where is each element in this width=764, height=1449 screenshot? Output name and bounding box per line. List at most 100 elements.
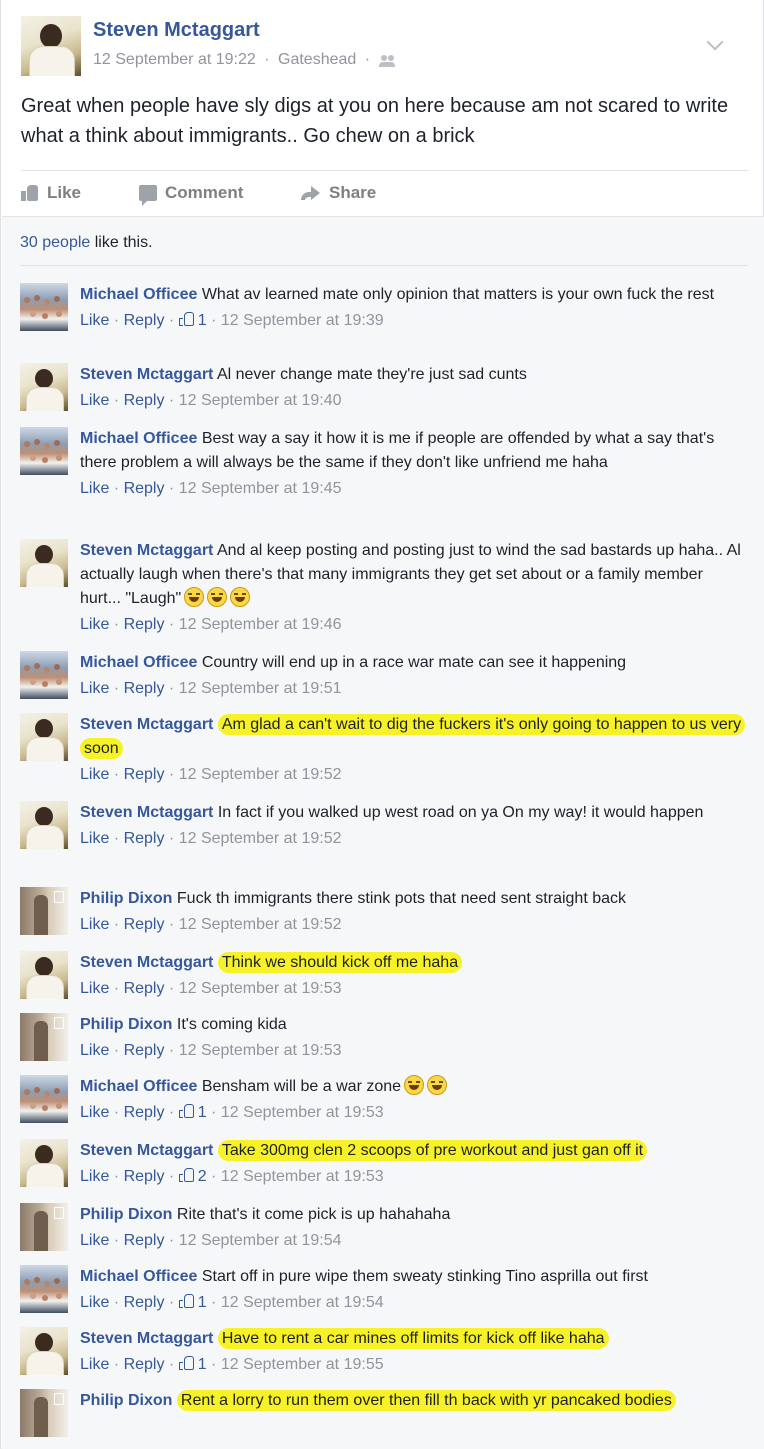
- comment-like-link[interactable]: Like: [80, 916, 109, 933]
- comment-like-count[interactable]: 2: [178, 1168, 207, 1185]
- comment-reply-link[interactable]: Reply: [124, 392, 165, 409]
- comment-reply-link[interactable]: Reply: [124, 1168, 165, 1185]
- comment-like-link[interactable]: Like: [80, 980, 109, 997]
- comment-like-count[interactable]: 1: [178, 1356, 207, 1373]
- comment-reply-link[interactable]: Reply: [124, 1104, 165, 1121]
- comment-timestamp[interactable]: 12 September at 19:53: [221, 1104, 384, 1121]
- avatar-head: [35, 957, 53, 976]
- comment-reply-link[interactable]: Reply: [124, 766, 165, 783]
- comment-reply-link[interactable]: Reply: [124, 1042, 165, 1059]
- comment-reply-link[interactable]: Reply: [124, 916, 165, 933]
- comment-meta: Like · Reply · 12 September at 19:40: [80, 392, 342, 409]
- comment-like-link[interactable]: Like: [80, 1042, 109, 1059]
- comment-timestamp[interactable]: 12 September at 19:53: [179, 1042, 342, 1059]
- comment-timestamp[interactable]: 12 September at 19:55: [221, 1356, 384, 1373]
- comment-like-count[interactable]: 1: [178, 1294, 207, 1311]
- post-date[interactable]: 12 September at 19:22: [93, 51, 256, 68]
- comment-like-link[interactable]: Like: [80, 680, 109, 697]
- comment-reply-link[interactable]: Reply: [124, 830, 165, 847]
- comment-timestamp[interactable]: 12 September at 19:54: [179, 1232, 342, 1249]
- comment-reply-link[interactable]: Reply: [124, 1356, 165, 1373]
- comment-body: Philip Dixon Fuck th immigrants there st…: [80, 887, 744, 936]
- comment-timestamp[interactable]: 12 September at 19:40: [179, 392, 342, 409]
- comment-like-count[interactable]: 1: [178, 1104, 207, 1121]
- commenter-name[interactable]: Steven Mctaggart: [80, 366, 213, 383]
- comment-like-link[interactable]: Like: [80, 312, 109, 329]
- friends-icon[interactable]: [378, 53, 397, 67]
- commenter-avatar[interactable]: [20, 283, 68, 331]
- comment-like-link[interactable]: Like: [80, 1356, 109, 1373]
- commenter-avatar[interactable]: [20, 801, 68, 849]
- commenter-name[interactable]: Philip Dixon: [80, 1016, 172, 1033]
- commenter-avatar[interactable]: [20, 1203, 68, 1251]
- comment-timestamp[interactable]: 12 September at 19:39: [221, 312, 384, 329]
- commenter-name[interactable]: Philip Dixon: [80, 1206, 172, 1223]
- commenter-avatar[interactable]: [20, 1139, 68, 1187]
- like-button[interactable]: Like: [21, 183, 81, 203]
- commenter-name[interactable]: Michael Officee: [80, 286, 197, 303]
- comment-reply-link[interactable]: Reply: [124, 1232, 165, 1249]
- comment-reply-link[interactable]: Reply: [124, 480, 165, 497]
- commenter-avatar[interactable]: [20, 427, 68, 475]
- comment-text: Have to rent a car mines off limits for …: [217, 1328, 609, 1349]
- commenter-name[interactable]: Michael Officee: [80, 654, 197, 671]
- commenter-name[interactable]: Philip Dixon: [80, 890, 172, 907]
- comment-timestamp[interactable]: 12 September at 19:53: [221, 1168, 384, 1185]
- post-author-name[interactable]: Steven Mctaggart: [93, 19, 260, 42]
- comment-like-count[interactable]: 1: [178, 312, 207, 329]
- author-avatar[interactable]: [21, 16, 81, 76]
- comment-like-link[interactable]: Like: [80, 480, 109, 497]
- comment-timestamp[interactable]: 12 September at 19:54: [221, 1294, 384, 1311]
- comment-reply-link[interactable]: Reply: [124, 680, 165, 697]
- chevron-down-icon[interactable]: [706, 33, 724, 51]
- commenter-name[interactable]: Steven Mctaggart: [80, 804, 213, 821]
- comment-like-link[interactable]: Like: [80, 830, 109, 847]
- comment-like-link[interactable]: Like: [80, 1232, 109, 1249]
- commenter-avatar[interactable]: [20, 539, 68, 587]
- comment-timestamp[interactable]: 12 September at 19:52: [179, 766, 342, 783]
- post-location[interactable]: Gateshead: [278, 51, 356, 68]
- commenter-name[interactable]: Steven Mctaggart: [80, 1142, 213, 1159]
- commenter-avatar[interactable]: [20, 1075, 68, 1123]
- comment-like-link[interactable]: Like: [80, 1294, 109, 1311]
- comment-reply-link[interactable]: Reply: [124, 980, 165, 997]
- comment-timestamp[interactable]: 12 September at 19:51: [179, 680, 342, 697]
- commenter-name[interactable]: Steven Mctaggart: [80, 1330, 213, 1347]
- comment-reply-link[interactable]: Reply: [124, 1294, 165, 1311]
- comment-body: Steven Mctaggart Think we should kick of…: [80, 951, 744, 1000]
- comment-like-link[interactable]: Like: [80, 1168, 109, 1185]
- comment-timestamp[interactable]: 12 September at 19:52: [179, 830, 342, 847]
- commenter-avatar[interactable]: [20, 1265, 68, 1313]
- commenter-avatar[interactable]: [20, 1389, 68, 1437]
- comment-like-link[interactable]: Like: [80, 766, 109, 783]
- commenter-avatar[interactable]: [20, 951, 68, 999]
- comment-like-link[interactable]: Like: [80, 1104, 109, 1121]
- comment-timestamp[interactable]: 12 September at 19:52: [179, 916, 342, 933]
- comment-like-link[interactable]: Like: [80, 616, 109, 633]
- commenter-avatar[interactable]: [20, 651, 68, 699]
- comment-meta: Like · Reply · 2 · 12 September at 19:53: [80, 1168, 384, 1185]
- commenter-avatar[interactable]: [20, 1327, 68, 1375]
- comment-button[interactable]: Comment: [139, 183, 243, 206]
- commenter-avatar[interactable]: [20, 1013, 68, 1061]
- likes-count-link[interactable]: 30 people: [20, 234, 90, 251]
- commenter-name[interactable]: Philip Dixon: [80, 1392, 172, 1409]
- comment-timestamp[interactable]: 12 September at 19:46: [179, 616, 342, 633]
- commenter-name[interactable]: Steven Mctaggart: [80, 716, 213, 733]
- commenter-avatar[interactable]: [20, 363, 68, 411]
- commenter-name[interactable]: Michael Officee: [80, 1078, 197, 1095]
- comment-reply-link[interactable]: Reply: [124, 312, 165, 329]
- commenter-name[interactable]: Michael Officee: [80, 1268, 197, 1285]
- comment-timestamp[interactable]: 12 September at 19:53: [179, 980, 342, 997]
- avatar-shirt: [26, 387, 64, 411]
- comment-reply-link[interactable]: Reply: [124, 616, 165, 633]
- commenter-name[interactable]: Michael Officee: [80, 430, 197, 447]
- share-button[interactable]: Share: [301, 183, 376, 203]
- commenter-name[interactable]: Steven Mctaggart: [80, 542, 213, 559]
- comment-like-link[interactable]: Like: [80, 392, 109, 409]
- comment-timestamp[interactable]: 12 September at 19:45: [179, 480, 342, 497]
- commenter-avatar[interactable]: [20, 887, 68, 935]
- comment-meta: Like · Reply · 1 · 12 September at 19:55: [80, 1356, 384, 1373]
- commenter-name[interactable]: Steven Mctaggart: [80, 954, 213, 971]
- commenter-avatar[interactable]: [20, 713, 68, 761]
